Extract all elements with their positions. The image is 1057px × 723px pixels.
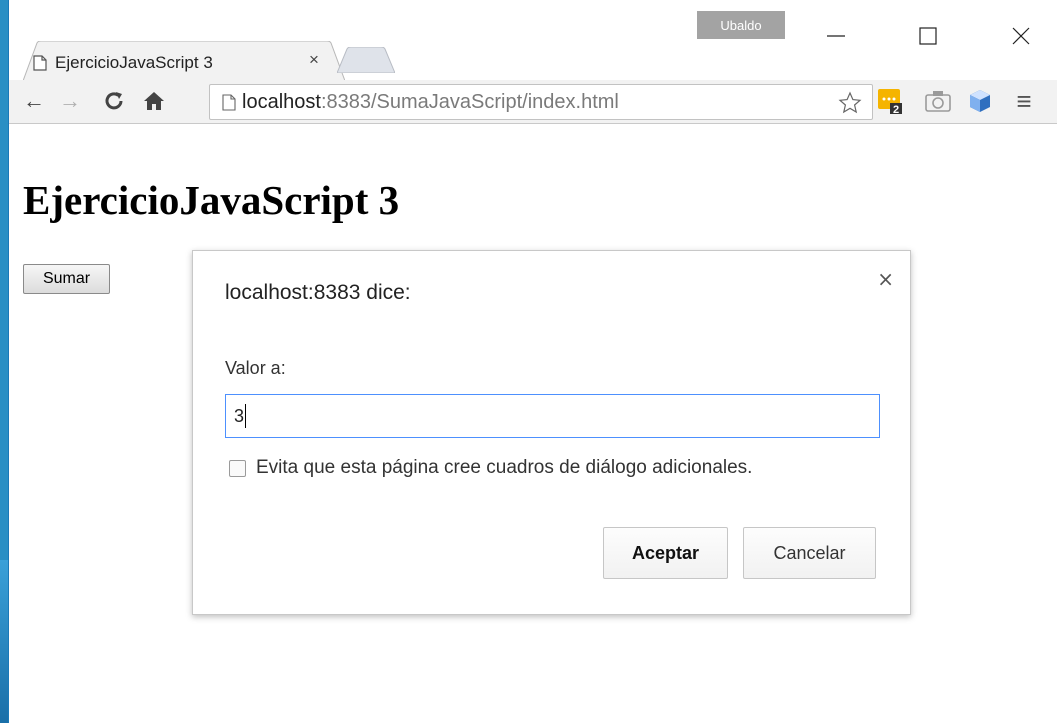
home-icon bbox=[144, 92, 164, 110]
maximize-button[interactable] bbox=[906, 22, 950, 50]
close-window-button[interactable] bbox=[999, 22, 1043, 50]
home-button[interactable] bbox=[139, 86, 169, 116]
prompt-input[interactable]: 3 bbox=[225, 394, 880, 438]
page-content: EjercicioJavaScript 3 Sumar localhost:83… bbox=[9, 124, 1057, 723]
suppress-dialogs-row[interactable]: Evita que esta página cree cuadros de di… bbox=[229, 457, 752, 479]
dialog-title: localhost:8383 dice: bbox=[225, 281, 411, 304]
reload-button[interactable] bbox=[99, 86, 129, 116]
sumar-button[interactable]: Sumar bbox=[23, 264, 110, 294]
active-tab[interactable]: EjercicioJavaScript 3 × bbox=[33, 46, 333, 80]
tab-title: EjercicioJavaScript 3 bbox=[55, 53, 213, 72]
sticky-note-icon: 2 bbox=[878, 89, 902, 115]
new-tab-button[interactable] bbox=[337, 47, 395, 73]
minimize-button[interactable] bbox=[814, 22, 858, 50]
accept-button[interactable]: Aceptar bbox=[603, 527, 728, 579]
url-text: localhost:8383/SumaJavaScript/index.html bbox=[242, 91, 619, 114]
page-icon bbox=[222, 93, 236, 111]
menu-icon: ≡ bbox=[1016, 85, 1032, 116]
back-arrow-icon: ← bbox=[23, 88, 45, 113]
text-caret bbox=[245, 404, 247, 428]
browser-toolbar: ← → localhost:8383/SumaJavaScript/index.… bbox=[9, 80, 1057, 124]
address-bar[interactable]: localhost:8383/SumaJavaScript/index.html bbox=[209, 84, 873, 120]
maximize-icon bbox=[919, 27, 937, 45]
suppress-dialogs-checkbox[interactable] bbox=[229, 459, 246, 477]
url-host: localhost bbox=[242, 90, 321, 113]
close-icon bbox=[1012, 27, 1030, 45]
title-bar: EjercicioJavaScript 3 × Ubaldo bbox=[9, 0, 1057, 81]
minimize-icon bbox=[827, 35, 845, 37]
forward-arrow-icon: → bbox=[59, 88, 81, 113]
suppress-dialogs-label[interactable]: Evita que esta página cree cuadros de di… bbox=[256, 457, 752, 479]
page-heading: EjercicioJavaScript 3 bbox=[23, 177, 400, 223]
extension-notes-button[interactable]: 2 bbox=[875, 86, 905, 116]
bookmark-star-icon[interactable] bbox=[838, 91, 862, 115]
extension-camera-button[interactable] bbox=[923, 86, 953, 116]
url-path: :8383/SumaJavaScript/index.html bbox=[320, 90, 619, 113]
back-button[interactable]: ← bbox=[19, 86, 49, 116]
forward-button[interactable]: → bbox=[55, 86, 85, 116]
prompt-input-value: 3 bbox=[234, 405, 245, 426]
prompt-dialog: localhost:8383 dice: × Valor a: 3 Evita … bbox=[192, 250, 911, 615]
dialog-close-icon[interactable]: × bbox=[877, 267, 894, 291]
cancel-button[interactable]: Cancelar bbox=[743, 527, 876, 579]
extension-badge-count: 2 bbox=[893, 104, 899, 115]
chrome-menu-button[interactable]: ≡ bbox=[1009, 86, 1039, 116]
tab-close-icon[interactable]: × bbox=[309, 50, 319, 70]
reload-icon bbox=[105, 92, 123, 110]
cube-icon bbox=[970, 90, 990, 112]
document-icon bbox=[33, 55, 47, 71]
profile-badge[interactable]: Ubaldo bbox=[697, 11, 785, 39]
camera-icon bbox=[925, 91, 951, 112]
prompt-label: Valor a: bbox=[225, 358, 286, 378]
extension-cube-button[interactable] bbox=[965, 86, 995, 116]
browser-window: EjercicioJavaScript 3 × Ubaldo ← → local… bbox=[8, 0, 1057, 723]
